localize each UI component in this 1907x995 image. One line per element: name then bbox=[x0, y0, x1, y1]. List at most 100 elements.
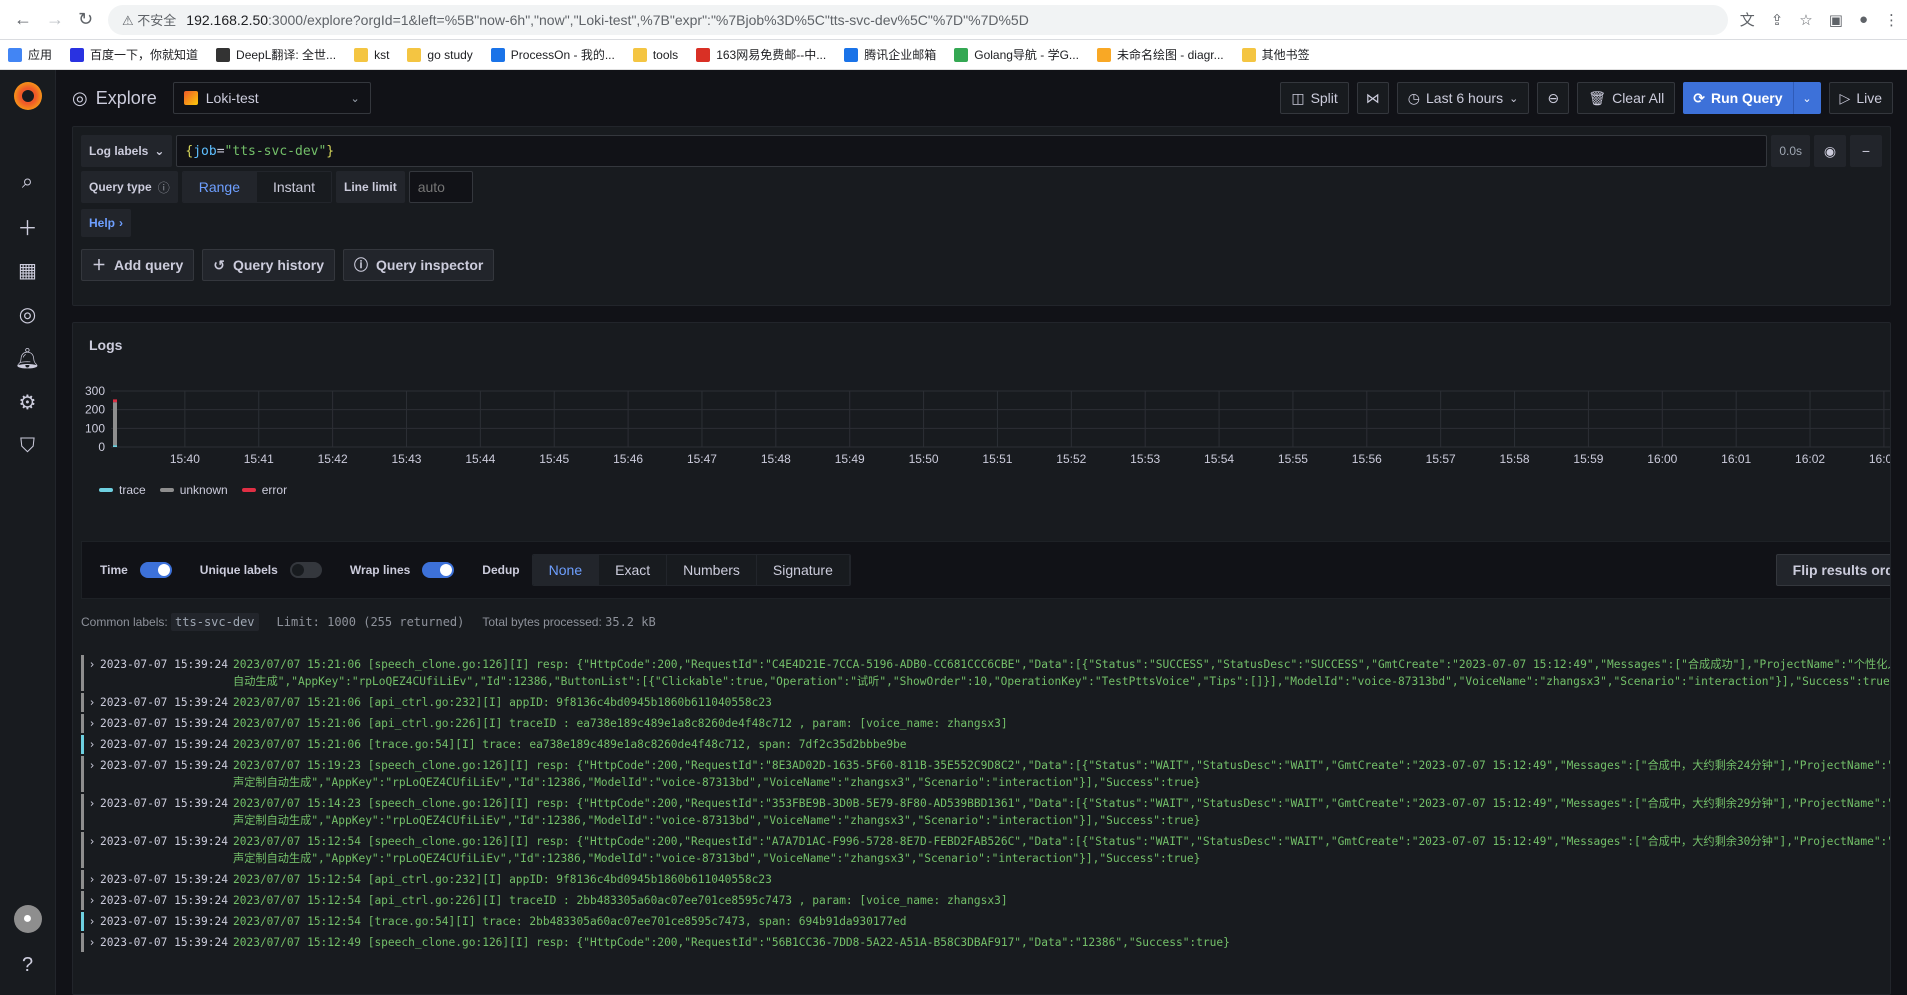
query-history-label: Query history bbox=[232, 257, 324, 273]
user-avatar[interactable]: ● bbox=[13, 905, 42, 933]
share-icon[interactable]: ⇪ bbox=[1771, 11, 1784, 29]
bookmark-label: 其他书签 bbox=[1261, 48, 1310, 62]
time-range-picker[interactable]: ◷ Last 6 hours ⌄ bbox=[1396, 82, 1530, 114]
bookmark-favicon-icon bbox=[954, 47, 969, 62]
datasource-picker[interactable]: Loki-test ⌄ bbox=[172, 82, 371, 114]
chevron-right-icon[interactable]: › bbox=[84, 736, 100, 753]
sidepanel-icon[interactable]: ▣ bbox=[1829, 11, 1843, 29]
log-row[interactable]: › 2023-07-07 15:39:24 2023/07/07 15:12:54 … bbox=[81, 912, 1890, 931]
forward-arrow-icon[interactable]: → bbox=[46, 9, 64, 30]
x-tick-label: 15:56 bbox=[1352, 452, 1382, 466]
bar-trace[interactable] bbox=[113, 445, 117, 447]
bookmark-item[interactable]: kst bbox=[354, 47, 389, 62]
chevron-right-icon[interactable]: › bbox=[84, 795, 100, 829]
bookmark-item[interactable]: 应用 bbox=[8, 46, 52, 63]
star-icon[interactable]: ☆ bbox=[1799, 11, 1812, 29]
settings-gear-icon[interactable]: ⚙ bbox=[0, 380, 56, 424]
remove-query-minus-icon[interactable]: − bbox=[1850, 135, 1882, 167]
translate-icon[interactable]: 文 bbox=[1740, 9, 1755, 30]
query-type-instant[interactable]: Instant bbox=[256, 172, 332, 202]
line-limit-input[interactable] bbox=[408, 171, 473, 203]
chevron-right-icon[interactable]: › bbox=[84, 757, 100, 791]
chevron-right-icon[interactable]: › bbox=[84, 871, 100, 888]
hide-query-eye-icon[interactable]: ◉ bbox=[1814, 135, 1846, 167]
grafana-logo-icon[interactable] bbox=[13, 82, 42, 110]
zoom-out-button[interactable]: ⊖ bbox=[1537, 82, 1570, 114]
dedup-none[interactable]: None bbox=[532, 555, 600, 585]
chevron-right-icon[interactable]: › bbox=[84, 913, 100, 930]
trash-icon: 🗑︎ bbox=[1588, 89, 1607, 106]
logs-panel: Logs 0 100 200 300 15:40 15:41 15:42 15:43 15:44… bbox=[72, 322, 1891, 995]
log-row[interactable]: › 2023-07-07 15:39:24 2023/07/07 15:14:23 … bbox=[81, 794, 1890, 830]
share-link-button[interactable]: ⋈ bbox=[1356, 82, 1389, 114]
limit-info: Limit: 1000 (255 returned) bbox=[276, 615, 465, 629]
chevron-right-icon[interactable]: › bbox=[84, 694, 100, 711]
address-bar[interactable]: ⚠ 不安全 192.168.2.50:3000/explore?orgId=1&… bbox=[108, 4, 1728, 35]
help-toggle[interactable]: Help › bbox=[81, 209, 132, 237]
add-query-button[interactable]: ＋ Add query bbox=[81, 249, 195, 281]
query-history-button[interactable]: ↺ Query history bbox=[202, 249, 335, 281]
legend-item-error[interactable]: error bbox=[241, 483, 287, 497]
dedup-numbers[interactable]: Numbers bbox=[667, 555, 757, 585]
log-row[interactable]: › 2023-07-07 15:39:24 2023/07/07 15:12:49 … bbox=[81, 933, 1890, 952]
query-type-range[interactable]: Range bbox=[182, 172, 257, 202]
bookmark-item[interactable]: DeepL翻译: 全世... bbox=[216, 46, 336, 63]
bookmark-item[interactable]: go study bbox=[407, 47, 473, 62]
explore-compass-icon[interactable]: ◎ bbox=[0, 292, 56, 336]
query-input[interactable]: {job = "tts-svc-dev"} bbox=[176, 135, 1768, 167]
chevron-right-icon[interactable]: › bbox=[84, 833, 100, 867]
menu-icon[interactable]: ⋮ bbox=[1884, 11, 1899, 29]
bar-unknown[interactable] bbox=[113, 402, 117, 446]
chevron-right-icon[interactable]: › bbox=[84, 656, 100, 690]
legend-item-trace[interactable]: trace bbox=[99, 483, 146, 497]
flip-results-button[interactable]: Flip results order bbox=[1775, 554, 1890, 586]
search-icon[interactable]: ⌕ bbox=[0, 160, 56, 204]
log-timestamp: 2023-07-07 15:39:24 bbox=[100, 915, 228, 928]
wrap-lines-toggle-label: Wrap lines bbox=[349, 563, 411, 577]
bookmark-item[interactable]: 其他书签 bbox=[1241, 46, 1310, 63]
run-query-button[interactable]: ⟳ Run Query bbox=[1683, 82, 1793, 114]
bookmark-item[interactable]: tools bbox=[632, 47, 678, 62]
log-row[interactable]: › 2023-07-07 15:39:24 2023/07/07 15:12:54 … bbox=[81, 870, 1890, 889]
run-query-interval-dropdown[interactable]: ⌄ bbox=[1792, 82, 1821, 114]
dedup-exact[interactable]: Exact bbox=[599, 555, 668, 585]
help-question-icon[interactable]: ? bbox=[0, 943, 56, 987]
log-row[interactable]: › 2023-07-07 15:39:24 2023/07/07 15:21:06 … bbox=[81, 735, 1890, 754]
bookmark-item[interactable]: 腾讯企业邮箱 bbox=[844, 46, 936, 63]
log-row[interactable]: › 2023-07-07 15:39:24 2023/07/07 15:19:23 … bbox=[81, 756, 1890, 792]
chevron-right-icon: › bbox=[119, 216, 124, 230]
log-row[interactable]: › 2023-07-07 15:39:24 2023/07/07 15:21:06 … bbox=[81, 693, 1890, 712]
security-warning[interactable]: ⚠ 不安全 bbox=[122, 10, 176, 29]
bar-error[interactable] bbox=[113, 399, 117, 403]
log-row[interactable]: › 2023-07-07 15:39:24 2023/07/07 15:21:06 … bbox=[81, 655, 1890, 691]
reload-icon[interactable]: ↻ bbox=[78, 9, 93, 30]
log-row[interactable]: › 2023-07-07 15:39:24 2023/07/07 15:12:54 … bbox=[81, 832, 1890, 868]
split-button[interactable]: ◫ Split bbox=[1280, 82, 1349, 114]
dedup-signature[interactable]: Signature bbox=[756, 555, 850, 585]
live-button[interactable]: ▷ Live bbox=[1828, 82, 1893, 114]
bookmark-item[interactable]: ProcessOn - 我的... bbox=[490, 46, 615, 63]
log-labels-dropdown[interactable]: Log labels ⌄ bbox=[81, 135, 173, 167]
unique-labels-switch[interactable] bbox=[289, 562, 322, 578]
clear-all-button[interactable]: 🗑︎ Clear All bbox=[1577, 82, 1676, 114]
back-arrow-icon[interactable]: ← bbox=[14, 9, 32, 30]
bookmark-item[interactable]: 163网易免费邮--中... bbox=[696, 46, 826, 63]
bookmark-item[interactable]: Golang导航 - 学G... bbox=[954, 46, 1079, 63]
log-row[interactable]: › 2023-07-07 15:39:24 2023/07/07 15:21:06 … bbox=[81, 714, 1890, 733]
bookmark-item[interactable]: 未命名绘图 - diagr... bbox=[1096, 46, 1224, 63]
wrap-lines-switch[interactable] bbox=[422, 562, 455, 578]
dashboards-grid-icon[interactable]: ▦ bbox=[0, 248, 56, 292]
legend-item-unknown[interactable]: unknown bbox=[159, 483, 228, 497]
bookmark-item[interactable]: 百度一下，你就知道 bbox=[70, 46, 198, 63]
alerting-bell-icon[interactable]: 🔔︎ bbox=[0, 336, 56, 380]
log-row[interactable]: › 2023-07-07 15:39:24 2023/07/07 15:12:54 … bbox=[81, 891, 1890, 910]
profile-icon[interactable]: ● bbox=[1859, 11, 1868, 28]
create-plus-icon[interactable]: ＋ bbox=[0, 204, 56, 248]
query-inspector-button[interactable]: ⓘ Query inspector bbox=[343, 249, 495, 281]
time-switch[interactable] bbox=[139, 562, 172, 578]
chevron-right-icon[interactable]: › bbox=[84, 715, 100, 732]
chevron-right-icon[interactable]: › bbox=[84, 892, 100, 909]
chevron-right-icon[interactable]: › bbox=[84, 934, 100, 951]
x-tick-label: 15:49 bbox=[835, 452, 865, 466]
server-admin-shield-icon[interactable]: ⛉ bbox=[0, 424, 56, 468]
